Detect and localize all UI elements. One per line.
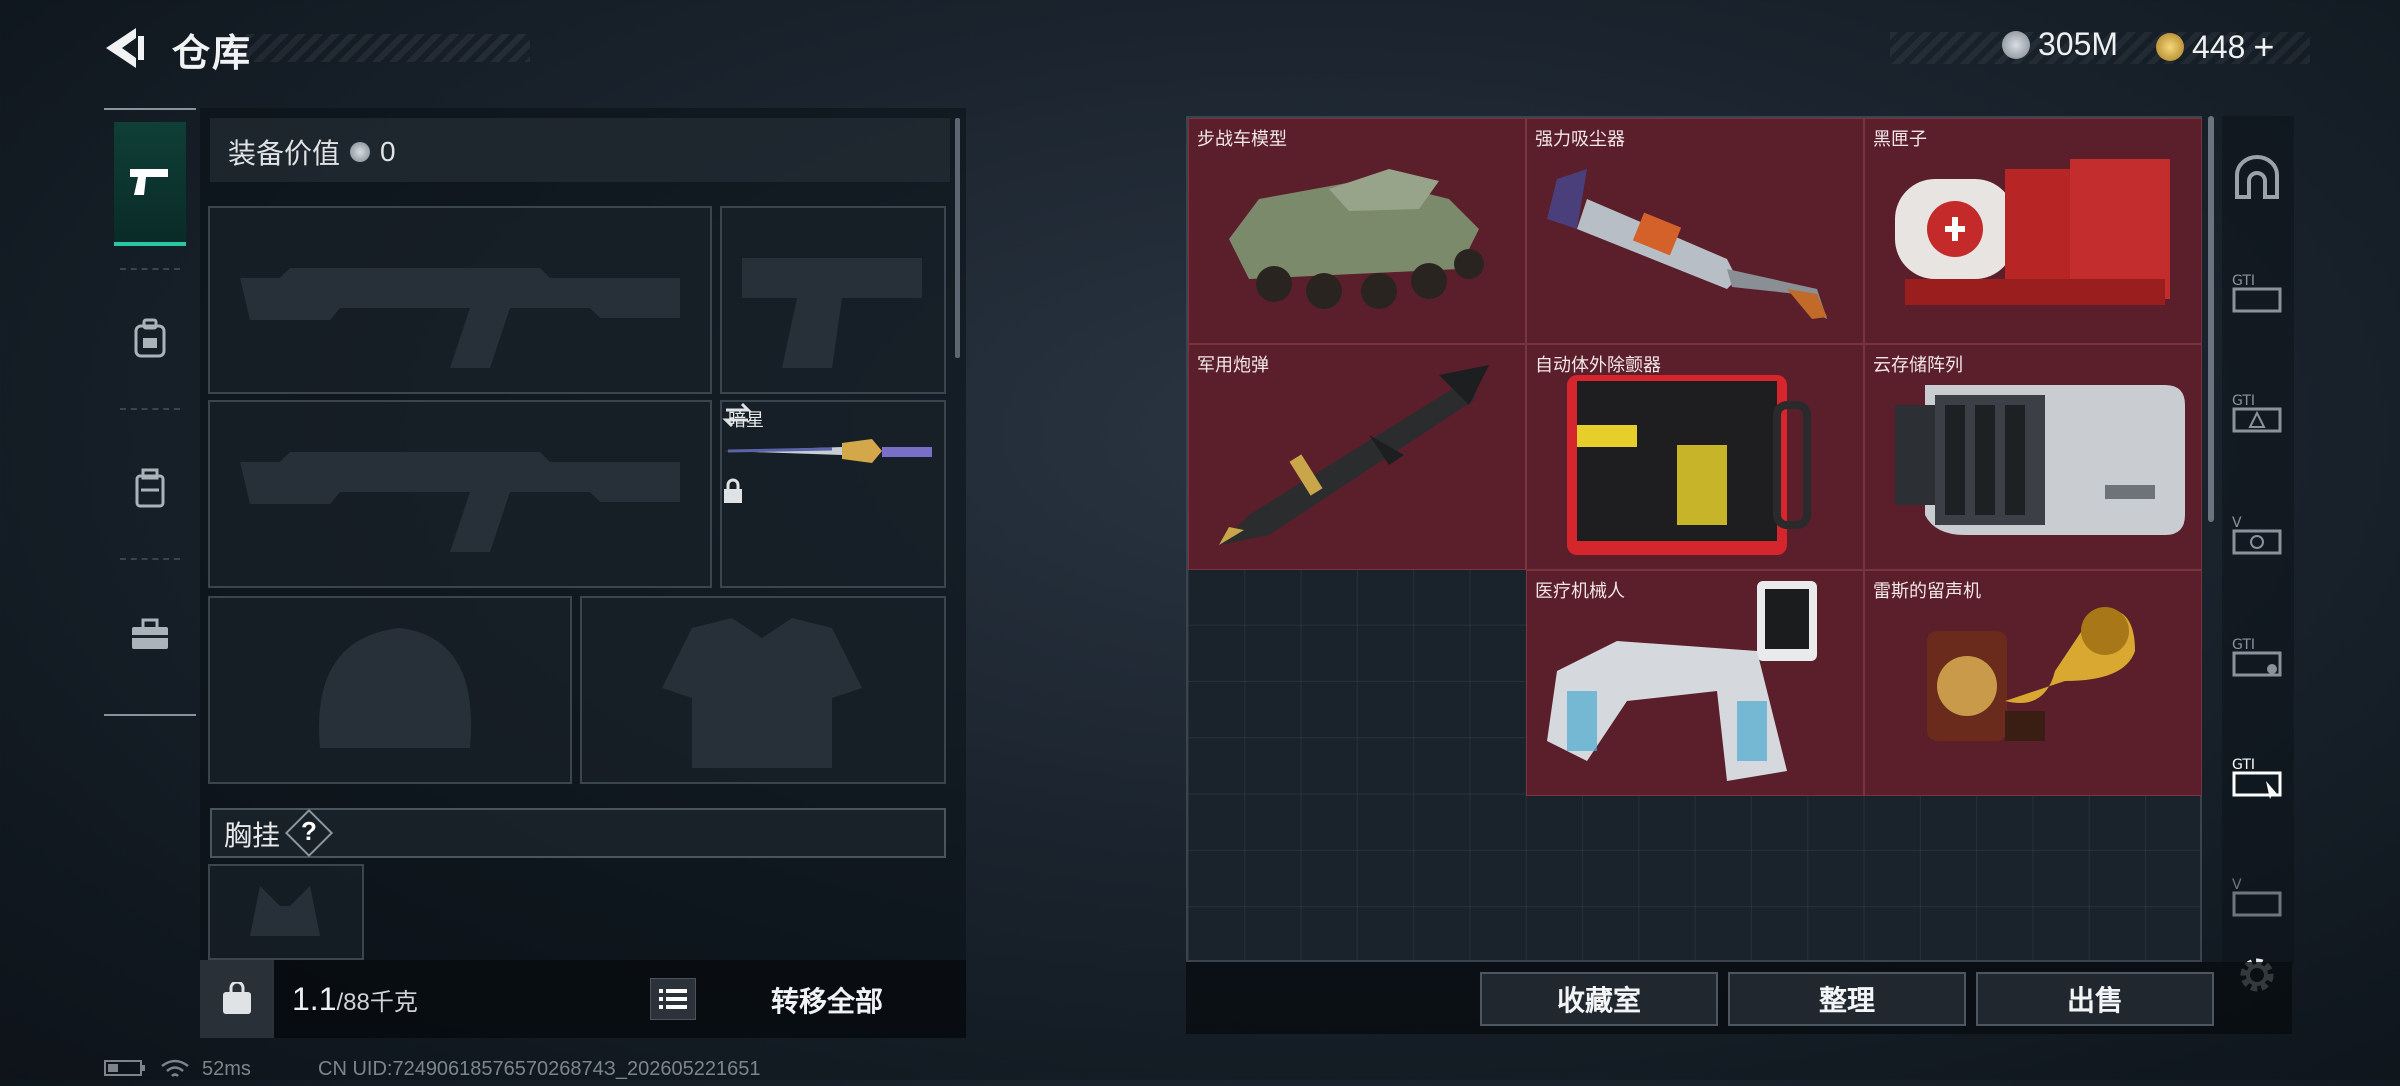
weight-icon [223,982,251,1014]
svg-text:GTI: GTI [2232,393,2255,409]
svg-text:V: V [2232,515,2242,531]
equipment-value-amount: 0 [380,136,396,167]
artillery-shell-icon [1219,365,1489,545]
silver-amount: 305M [2038,26,2119,62]
vest-silhouette-icon [662,618,862,768]
armor-slot[interactable] [580,596,946,784]
list-view-button[interactable] [650,978,696,1020]
sidebar-page-6[interactable]: V [2228,868,2286,926]
weight-lock-button[interactable] [200,960,274,1038]
wifi-icon [160,1058,190,1086]
sell-button[interactable]: 出售 [1976,972,2214,1026]
storage-page-icon: V [2232,877,2282,917]
storage-item[interactable]: 黑匣子 [1864,118,2202,344]
chest-rig-label: 胸挂 [224,820,281,851]
pistol-icon [130,169,168,195]
storage-scrollbar[interactable] [2208,116,2214,522]
melee-slot[interactable]: 暗星 [720,400,946,588]
gramophone-icon [1927,607,2135,741]
silver-currency[interactable]: 305M [2002,26,2118,63]
storage-item[interactable]: 强力吸尘器 [1526,118,1864,344]
loadout-scrollbar[interactable] [955,118,960,358]
black-box-icon [1895,159,2170,305]
tab-container[interactable] [114,428,186,548]
svg-text:GTI: GTI [2232,273,2255,289]
rifle-silhouette-icon [240,268,680,368]
silver-coin-icon [2002,30,2030,59]
gold-amount: 448 [2192,28,2246,65]
tab-toolbox[interactable] [114,574,186,694]
back-arrow-icon [106,28,144,68]
sidebar-page-1[interactable]: GTI [2228,264,2286,322]
storage-page-icon: GTI [2232,757,2282,799]
tab-weapons[interactable] [114,122,186,246]
helmet-slot[interactable] [208,596,572,784]
chest-rig-slot[interactable] [208,864,364,960]
medical-robot-icon [1547,581,1817,781]
storage-item[interactable]: 雷斯的留声机 [1864,570,2202,796]
carry-weight-max: /88千克 [336,989,418,1016]
defibrillator-icon [1567,375,1811,555]
transfer-all-button[interactable]: 转移全部 [712,980,942,1020]
chest-rig-silhouette-icon [250,886,320,936]
storage-item[interactable]: 云存储阵列 [1864,344,2202,570]
add-gold-button[interactable]: + [2253,26,2274,68]
carry-weight: 1.1/88千克 [292,981,418,1018]
sidebar-page-3[interactable]: V [2228,506,2286,564]
storage-item[interactable]: 自动体外除颤器 [1526,344,1864,570]
sidebar-page-5-active[interactable]: GTI [2228,748,2286,806]
storage-page-icon: V [2232,515,2282,555]
toolbox-icon [132,618,168,649]
help-icon: ? [301,816,317,846]
title-decoration [230,34,530,62]
knife-icon [724,439,932,463]
sidebar-page-2[interactable]: GTI [2228,384,2286,442]
loadout-tab-column [104,108,196,716]
lock-icon [724,478,742,503]
backpack-icon [134,318,166,358]
svg-text:GTI: GTI [2232,637,2255,653]
ifv-model-icon [1229,169,1484,309]
svg-text:GTI: GTI [2232,757,2255,773]
cloud-storage-array-icon [1895,385,2185,535]
storage-page-icon: GTI [2232,637,2282,677]
storage-page-icon: GTI [2232,273,2282,313]
user-id: CN UID:7249061857657026874З_202605221651 [318,1058,761,1080]
svg-text:V: V [2232,877,2242,893]
collection-room-button[interactable]: 收藏室 [1480,972,1718,1026]
storage-item[interactable]: 步战车模型 [1188,118,1526,344]
primary-weapon-slot-2[interactable] [208,400,712,588]
ping-display: 52ms [202,1058,251,1080]
storage-grid[interactable]: 步战车模型 强力吸尘器 黑匣子 军用炮弹 自动体外除颤器 云存储阵列 医疗机械人… [1186,116,2202,962]
tab-backpack[interactable] [114,278,186,398]
equipment-value-label: 装备价值 [228,138,341,169]
pistol-silhouette-icon [742,258,922,368]
back-button[interactable] [100,26,148,70]
storage-item[interactable]: 军用炮弹 [1188,344,1526,570]
helmet-silhouette-icon [319,628,472,748]
organize-button[interactable]: 整理 [1728,972,1966,1026]
secondary-weapon-slot[interactable] [720,206,946,394]
list-icon [659,989,687,1009]
arch-icon [2235,155,2279,199]
vacuum-cleaner-icon [1547,169,1827,319]
carry-weight-current: 1.1 [292,981,337,1017]
storage-item[interactable]: 医疗机械人 [1526,570,1864,796]
storage-page-icon: GTI [2232,393,2282,433]
rifle-silhouette-icon [240,452,680,552]
primary-weapon-slot[interactable] [208,206,712,394]
battery-icon [104,1058,146,1084]
gold-coin-icon [2156,33,2184,61]
container-icon [135,468,165,508]
equipment-value: 装备价值 0 [228,132,396,172]
sidebar-home[interactable] [2228,148,2286,206]
melee-item-name: 暗星 [728,410,764,430]
gold-currency[interactable]: 448 + [2156,26,2274,68]
silver-coin-icon [350,142,371,162]
sidebar-page-4[interactable]: GTI [2228,628,2286,686]
